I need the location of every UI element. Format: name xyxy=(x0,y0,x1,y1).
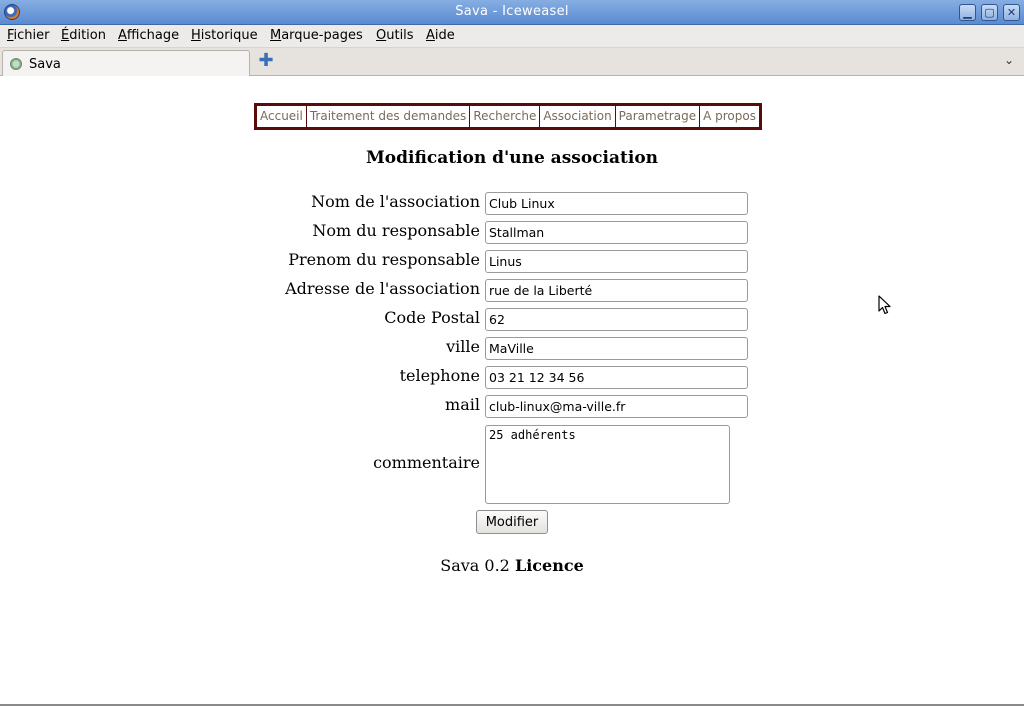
menu-fichier[interactable]: Fichier xyxy=(7,28,50,43)
menu-outils[interactable]: Outils xyxy=(376,28,414,43)
nav-accueil[interactable]: Accueil xyxy=(257,106,306,127)
input-ville[interactable] xyxy=(485,337,748,360)
menu-marque-pages[interactable]: Marque-pages xyxy=(270,28,363,43)
menu-historique[interactable]: Historique xyxy=(191,28,258,43)
input-code-postal[interactable] xyxy=(485,308,748,331)
menu-bar: Fichier Édition Affichage Historique Mar… xyxy=(0,25,1024,48)
mouse-cursor-icon xyxy=(878,295,891,315)
page-title: Modification d'une association xyxy=(365,148,659,168)
label-telephone: telephone xyxy=(399,366,480,385)
label-adresse-association: Adresse de l'association xyxy=(285,279,480,298)
label-mail: mail xyxy=(445,395,480,414)
footer: Sava 0.2 Licence xyxy=(0,556,1024,575)
chevron-down-icon[interactable]: ⌄ xyxy=(1001,53,1017,69)
window-title: Sava - Iceweasel xyxy=(455,4,569,19)
maximize-icon[interactable]: ▢ xyxy=(981,4,998,21)
label-commentaire: commentaire xyxy=(373,453,480,472)
label-prenom-responsable: Prenom du responsable xyxy=(288,250,480,269)
footer-version: Sava 0.2 xyxy=(440,556,510,575)
textarea-commentaire[interactable]: 25 adhérents xyxy=(485,425,730,504)
menu-edition[interactable]: Édition xyxy=(61,28,106,43)
input-telephone[interactable] xyxy=(485,366,748,389)
page-content: Accueil Traitement des demandes Recherch… xyxy=(0,77,1024,704)
window-titlebar[interactable]: Sava - Iceweasel ▁ ▢ ✕ xyxy=(0,0,1024,25)
page-favicon xyxy=(10,58,22,70)
menu-affichage[interactable]: Affichage xyxy=(118,28,179,43)
input-nom-responsable[interactable] xyxy=(485,221,748,244)
label-nom-responsable: Nom du responsable xyxy=(312,221,480,240)
menu-aide[interactable]: Aide xyxy=(426,28,455,43)
label-nom-association: Nom de l'association xyxy=(311,192,480,211)
nav-a-propos[interactable]: A propos xyxy=(699,106,759,127)
label-ville: ville xyxy=(446,337,480,356)
minimize-icon[interactable]: ▁ xyxy=(959,4,976,21)
tab-sava[interactable]: Sava xyxy=(2,50,250,76)
tab-bar: Sava ✚ ⌄ xyxy=(0,48,1024,76)
input-nom-association[interactable] xyxy=(485,192,748,215)
input-prenom-responsable[interactable] xyxy=(485,250,748,273)
close-icon[interactable]: ✕ xyxy=(1003,4,1020,21)
plus-icon[interactable]: ✚ xyxy=(258,52,274,70)
nav-traitement-des-demandes[interactable]: Traitement des demandes xyxy=(305,106,469,127)
input-adresse-association[interactable] xyxy=(485,279,748,302)
nav-parametrage[interactable]: Parametrage xyxy=(614,106,699,127)
site-nav: Accueil Traitement des demandes Recherch… xyxy=(254,103,762,130)
nav-recherche[interactable]: Recherche xyxy=(469,106,539,127)
input-mail[interactable] xyxy=(485,395,748,418)
tab-label: Sava xyxy=(29,57,61,72)
nav-association[interactable]: Association xyxy=(539,106,614,127)
licence-link[interactable]: Licence xyxy=(515,556,584,575)
label-code-postal: Code Postal xyxy=(384,308,480,327)
modifier-button[interactable]: Modifier xyxy=(476,510,548,534)
